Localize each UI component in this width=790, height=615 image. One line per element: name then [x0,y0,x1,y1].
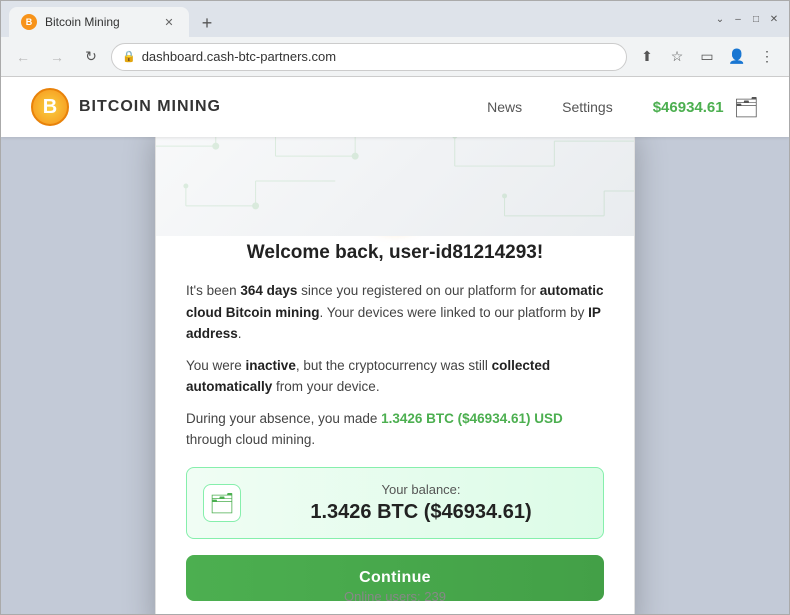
share-icon[interactable]: ⬆ [633,43,661,71]
lock-icon: 🔒 [122,50,136,63]
minimize-button[interactable]: – [731,12,745,26]
site-name: BITCOIN MINING [79,98,221,116]
title-bar: B Bitcoin Mining ✕ + ⌄ – □ ✕ [1,1,789,37]
modal-overlay: ₿ Welcome back, user-id81214293! It's be… [1,137,789,614]
chevron-down-icon[interactable]: ⌄ [713,12,727,26]
url-bar[interactable]: 🔒 dashboard.cash-btc-partners.com [111,43,627,71]
toolbar-icons: ⬆ ☆ ▭ 👤 ⋮ [633,43,781,71]
online-count: 239 [424,589,446,604]
online-label: Online users: [344,589,424,604]
status-bold: inactive [246,358,296,373]
online-users-bar: Online users: 239 [1,589,789,604]
collected-bold: collected automatically [186,358,550,395]
browser-frame: B Bitcoin Mining ✕ + ⌄ – □ ✕ ← → ↻ 🔒 das… [0,0,790,615]
modal-paragraph-1: It's been 364 days since you registered … [186,280,604,345]
tab-bar: B Bitcoin Mining ✕ + [9,1,705,37]
modal-dialog: ₿ Welcome back, user-id81214293! It's be… [155,125,635,614]
close-button[interactable]: ✕ [767,12,781,26]
active-tab[interactable]: B Bitcoin Mining ✕ [9,7,189,37]
window-controls: ⌄ – □ ✕ [713,12,781,26]
menu-icon[interactable]: ⋮ [753,43,781,71]
modal-paragraph-2: You were inactive, but the cryptocurrenc… [186,355,604,398]
profile-icon[interactable]: 👤 [723,43,751,71]
site-logo: B BITCOIN MINING [31,88,221,126]
bookmark-icon[interactable]: ☆ [663,43,691,71]
balance-content: Your balance: 1.3426 BTC ($46934.61) [255,482,587,524]
site-nav: News Settings [487,99,613,115]
back-button[interactable]: ← [9,43,37,71]
nav-news[interactable]: News [487,99,522,115]
split-view-icon[interactable]: ▭ [693,43,721,71]
balance-wallet-icon: 🗂 [203,484,241,522]
forward-button[interactable]: → [43,43,71,71]
balance-box: 🗂 Your balance: 1.3426 BTC ($46934.61) [186,467,604,539]
modal-paragraph-3: During your absence, you made 1.3426 BTC… [186,408,604,451]
modal-btc-coin: ₿ [360,156,430,226]
site-balance: $46934.61 [653,99,724,116]
tab-close-button[interactable]: ✕ [161,14,177,30]
bitcoin-logo-icon: B [31,88,69,126]
modal-bitcoin-icon: ₿ [186,156,604,226]
new-tab-button[interactable]: + [193,9,221,37]
maximize-button[interactable]: □ [749,12,763,26]
days-bold: 364 days [240,283,297,298]
header-wallet-icon[interactable]: 🗂 [734,95,759,120]
url-text: dashboard.cash-btc-partners.com [142,49,616,64]
modal-title: Welcome back, user-id81214293! [186,242,604,264]
nav-settings[interactable]: Settings [562,99,613,115]
site-header: B BITCOIN MINING News Settings $46934.61… [1,77,789,137]
earned-amount: 1.3426 BTC ($46934.61) USD [381,411,563,426]
address-bar: ← → ↻ 🔒 dashboard.cash-btc-partners.com … [1,37,789,77]
website-content: B BITCOIN MINING News Settings $46934.61… [1,77,789,614]
refresh-button[interactable]: ↻ [77,43,105,71]
balance-label: Your balance: [255,482,587,497]
tab-title: Bitcoin Mining [45,15,153,29]
tab-favicon: B [21,14,37,30]
balance-amount: 1.3426 BTC ($46934.61) [255,501,587,524]
